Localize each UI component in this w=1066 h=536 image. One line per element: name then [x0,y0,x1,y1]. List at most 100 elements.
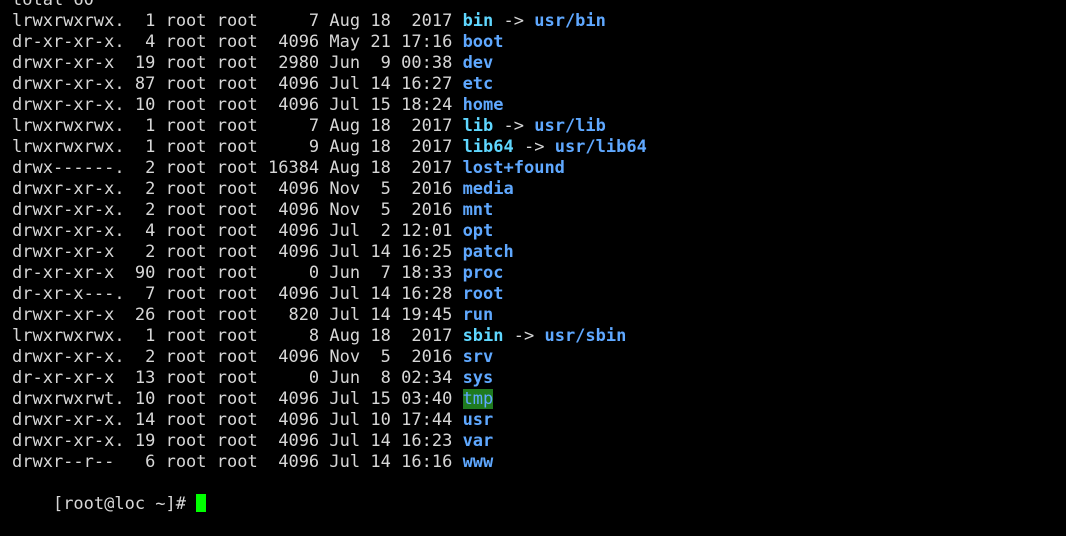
file-size: 9 [267,137,320,157]
time-or-year: 17:16 [401,32,453,52]
group: root [216,242,258,262]
link-count: 2 [134,347,156,367]
day: 8 [370,368,391,388]
file-name: lib64 [462,137,514,157]
link-count: 26 [134,305,156,325]
permissions: drwxr-xr-x. [12,95,125,115]
day: 9 [370,53,391,73]
day: 15 [370,95,391,115]
day: 18 [370,137,391,157]
permissions: lrwxrwxrwx. [12,116,125,136]
permissions: lrwxrwxrwx. [12,137,125,157]
day: 2 [370,221,391,241]
listing-row: drwxr-xr-x 2 root root 4096 Jul 14 16:25… [12,242,514,263]
time-or-year: 2017 [401,326,453,346]
month: Nov [329,200,361,220]
file-size: 4096 [267,452,320,472]
file-size: 0 [267,263,320,283]
owner: root [165,200,207,220]
day: 21 [370,32,391,52]
permissions: drwxr--r-- [12,452,125,472]
file-size: 4096 [267,410,320,430]
month: Jul [329,389,361,409]
listing-row: dr-xr-xr-x. 4 root root 4096 May 21 17:1… [12,32,504,53]
link-target: usr/bin [534,11,606,31]
file-name: srv [462,347,494,367]
link-count: 87 [134,74,156,94]
group: root [216,389,258,409]
day: 18 [370,158,391,178]
group: root [216,431,258,451]
link-count: 19 [134,431,156,451]
owner: root [165,95,207,115]
permissions: dr-xr-xr-x [12,263,125,283]
month: Jul [329,221,361,241]
owner: root [165,263,207,283]
month: Jun [329,263,361,283]
group: root [216,410,258,430]
group: root [216,368,258,388]
group: root [216,452,258,472]
file-name: proc [462,263,504,283]
permissions: drwxr-xr-x [12,53,125,73]
permissions: dr-xr-xr-x. [12,32,125,52]
terminal-window[interactable]: total 60 lrwxrwxrwx. 1 root root 7 Aug 1… [0,0,1066,514]
file-size: 7 [267,116,320,136]
link-count: 1 [134,11,156,31]
owner: root [165,32,207,52]
file-name: www [462,452,494,472]
file-name: var [462,431,494,451]
listing-row: lrwxrwxrwx. 1 root root 7 Aug 18 2017 li… [12,116,606,137]
day: 14 [370,74,391,94]
group: root [216,347,258,367]
time-or-year: 2016 [401,179,453,199]
listing-row: drwxr-xr-x. 4 root root 4096 Jul 2 12:01… [12,221,493,242]
time-or-year: 2017 [401,116,453,136]
listing-row: drwxr-xr-x. 87 root root 4096 Jul 14 16:… [12,74,493,95]
file-name: patch [462,242,514,262]
time-or-year: 16:25 [401,242,453,262]
file-size: 16384 [267,158,320,178]
file-name: media [462,179,514,199]
group: root [216,221,258,241]
listing-row: drwx------. 2 root root 16384 Aug 18 201… [12,158,565,179]
owner: root [165,116,207,136]
owner: root [165,221,207,241]
file-size: 7 [267,11,320,31]
month: Aug [329,11,361,31]
link-count: 10 [134,389,156,409]
owner: root [165,137,207,157]
permissions: drwxr-xr-x. [12,74,125,94]
month: Aug [329,116,361,136]
permissions: drwxr-xr-x. [12,347,125,367]
owner: root [165,452,207,472]
day: 7 [370,263,391,283]
link-count: 6 [134,452,156,472]
group: root [216,137,258,157]
permissions: lrwxrwxrwx. [12,326,125,346]
group: root [216,11,258,31]
prompt-line[interactable]: [root@loc ~]# [12,473,207,514]
owner: root [165,53,207,73]
time-or-year: 2017 [401,158,453,178]
listing-row: lrwxrwxrwx. 1 root root 7 Aug 18 2017 bi… [12,11,606,32]
owner: root [165,368,207,388]
file-size: 0 [267,368,320,388]
link-target: usr/sbin [544,326,627,346]
owner: root [165,242,207,262]
link-arrow: -> [493,116,535,136]
owner: root [165,284,207,304]
link-arrow: -> [493,11,535,31]
file-size: 820 [267,305,320,325]
time-or-year: 18:33 [401,263,453,283]
group: root [216,95,258,115]
link-count: 1 [134,326,156,346]
link-count: 2 [134,179,156,199]
listing-row: drwxr-xr-x. 2 root root 4096 Nov 5 2016 … [12,200,493,221]
file-size: 4096 [267,74,320,94]
link-arrow: -> [503,326,545,346]
file-size: 4096 [267,284,320,304]
link-count: 7 [134,284,156,304]
link-count: 19 [134,53,156,73]
listing-row: drwxr-xr-x. 14 root root 4096 Jul 10 17:… [12,410,493,431]
